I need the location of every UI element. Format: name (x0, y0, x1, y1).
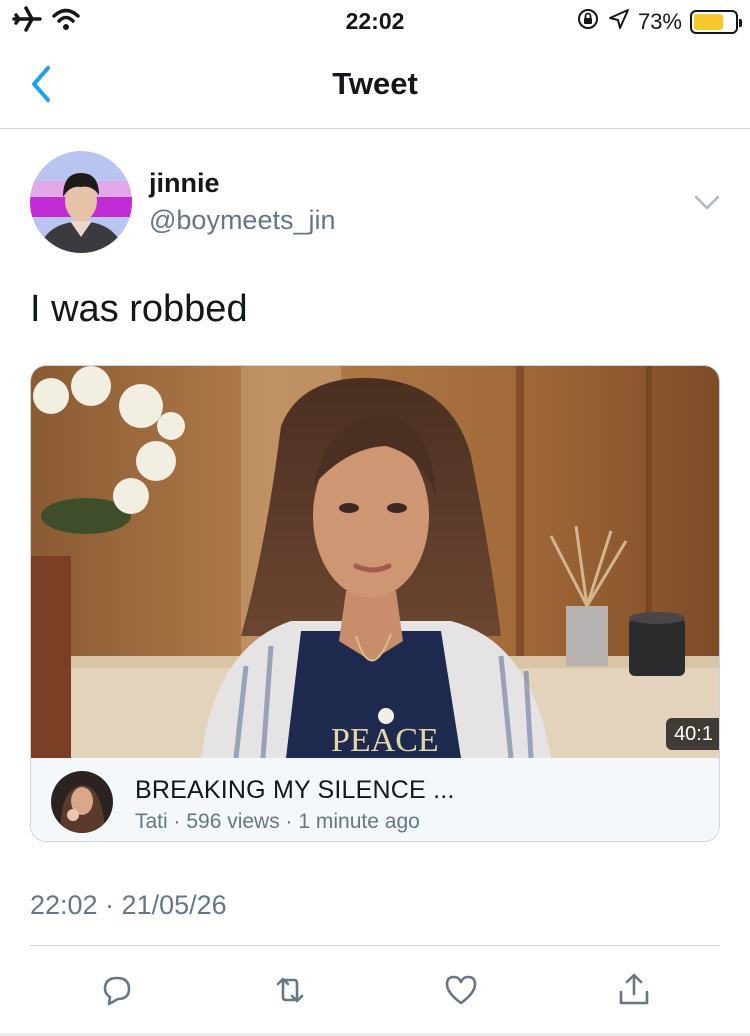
shirt-print-text: PEACE (331, 722, 439, 758)
video-card[interactable]: PEACE 40:1 BREAKING MY SILENCE ... Tati … (30, 365, 720, 842)
status-bar: 22:02 73% (0, 0, 750, 40)
battery-percent: 73% (637, 9, 682, 34)
status-right: 73% (576, 7, 742, 37)
tweet-timestamp: 22:02 · 21/05/26 (30, 890, 227, 920)
retweet-button[interactable] (270, 970, 310, 1010)
reply-icon (103, 976, 131, 1006)
video-thumbnail[interactable]: PEACE 40:1 (31, 366, 719, 759)
nav-bar: Tweet (0, 40, 750, 129)
reply-button[interactable] (97, 970, 137, 1010)
like-button[interactable] (441, 970, 481, 1010)
video-card-footer: BREAKING MY SILENCE ... Tati · 596 views… (31, 758, 719, 841)
author-avatar[interactable] (30, 151, 132, 253)
rotation-lock-icon (576, 7, 600, 37)
heart-icon (445, 975, 477, 1005)
share-button[interactable] (614, 970, 654, 1010)
location-icon (608, 8, 630, 36)
page-title: Tweet (332, 66, 418, 101)
share-icon (619, 973, 649, 1005)
tweet-text: I was robbed (30, 288, 248, 330)
more-options-button[interactable] (692, 190, 722, 214)
video-meta: Tati · 596 views · 1 minute ago (135, 810, 420, 833)
channel-avatar (51, 771, 113, 833)
chevron-down-icon (694, 195, 720, 210)
display-name[interactable]: jinnie (149, 168, 220, 199)
video-title: BREAKING MY SILENCE ... (135, 776, 455, 804)
battery-icon (690, 10, 742, 34)
battery-fill (694, 14, 724, 30)
retweet-icon (276, 977, 304, 1003)
user-handle[interactable]: @boymeets_jin (149, 205, 336, 236)
divider (30, 945, 720, 946)
video-duration-badge: 40:1 (666, 718, 719, 750)
